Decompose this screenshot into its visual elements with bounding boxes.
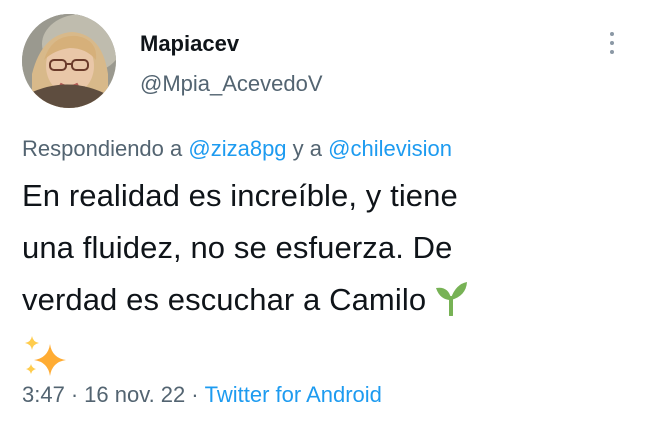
- tweet-text-line: En realidad es increíble, y tiene: [22, 178, 458, 213]
- display-name[interactable]: Mapiacev: [140, 30, 323, 58]
- meta-separator: ·: [70, 382, 79, 407]
- more-icon-dot: [610, 41, 614, 45]
- tweet-source-link[interactable]: Twitter for Android: [205, 382, 382, 407]
- meta-separator: ·: [191, 382, 199, 407]
- tweet-text-line-3: verdad es escuchar a Camilo: [22, 274, 622, 332]
- tweet-date[interactable]: 16 nov. 22: [84, 382, 185, 407]
- replying-to: Respondiendo a @ziza8pg y a @chilevision: [22, 135, 452, 163]
- replying-to-connector: y a: [292, 136, 323, 161]
- sparkles-icon: [22, 332, 622, 384]
- tweet-text-line: verdad es escuchar a Camilo: [22, 282, 427, 317]
- mention-link[interactable]: @chilevision: [328, 136, 452, 161]
- user-header: Mapiacev @Mpia_AcevedoV: [140, 30, 323, 98]
- replying-to-prefix: Respondiendo a: [22, 136, 183, 161]
- tweet-time[interactable]: 3:47: [22, 382, 65, 407]
- seedling-icon: [434, 280, 468, 332]
- tweet-text: En realidad es increíble, y tiene una fl…: [22, 170, 622, 384]
- user-handle[interactable]: @Mpia_AcevedoV: [140, 70, 323, 98]
- avatar-image: [22, 14, 116, 108]
- mention-link[interactable]: @ziza8pg: [188, 136, 286, 161]
- more-icon-dot: [610, 50, 614, 54]
- more-icon-dot: [610, 32, 614, 36]
- avatar[interactable]: [22, 14, 116, 108]
- tweet-meta: 3:47 · 16 nov. 22 · Twitter for Android: [22, 381, 382, 409]
- tweet-card: Mapiacev @Mpia_AcevedoV Respondiendo a @…: [0, 0, 650, 428]
- more-options-button[interactable]: [604, 30, 620, 56]
- tweet-text-line: una fluidez, no se esfuerza. De: [22, 230, 453, 265]
